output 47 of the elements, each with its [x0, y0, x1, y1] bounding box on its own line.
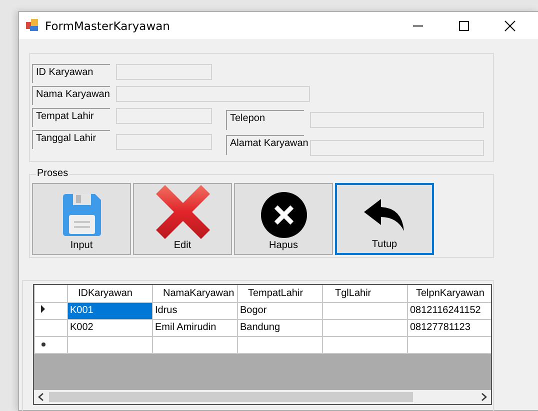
process-button[interactable]: Tutup [335, 183, 434, 255]
field-label: Telepon [226, 110, 304, 130]
scroll-right-icon[interactable] [481, 393, 487, 401]
table-cell[interactable] [238, 336, 322, 353]
text-field[interactable] [116, 86, 310, 102]
field-label: Nama Karyawan [32, 86, 110, 105]
group-title: Proses [36, 168, 70, 179]
window-title: FormMasterKaryawan [45, 18, 170, 32]
close-circle-icon [260, 192, 306, 238]
column-header[interactable]: TglLahir [322, 285, 408, 302]
process-button[interactable]: Input [32, 183, 131, 255]
text-field[interactable] [116, 108, 212, 124]
new-row-icon [41, 342, 46, 347]
table-cell[interactable] [322, 319, 408, 336]
table-cell[interactable]: Bandung [238, 319, 322, 336]
text-field[interactable] [116, 64, 212, 80]
table-cell[interactable]: K002 [68, 319, 152, 336]
form-icon [26, 19, 39, 32]
back-arrow-icon [364, 198, 406, 230]
text-field[interactable] [310, 112, 484, 128]
text-field[interactable] [116, 134, 212, 150]
field-label: Tempat Lahir [32, 108, 110, 127]
current-row-icon [41, 305, 45, 313]
row-header[interactable] [34, 336, 68, 353]
close-icon[interactable] [504, 20, 516, 32]
table-cell[interactable]: Emil Amirudin [152, 319, 238, 336]
table-cell[interactable] [322, 336, 408, 353]
cross-icon [156, 185, 210, 239]
field-label: Tanggal Lahir [32, 130, 110, 149]
table-cell[interactable] [68, 336, 152, 353]
scrollbar-thumb[interactable] [49, 392, 413, 402]
horizontal-scrollbar[interactable] [34, 390, 491, 404]
field-label: ID Karyawan [32, 64, 110, 83]
text-field[interactable] [310, 140, 484, 156]
maximize-icon[interactable] [458, 20, 470, 32]
process-button[interactable]: Edit [133, 183, 232, 255]
column-header[interactable]: IDKaryawan [68, 285, 152, 302]
process-button[interactable]: Hapus [234, 183, 333, 255]
scroll-left-icon[interactable] [38, 393, 44, 401]
table-cell[interactable]: K001 [68, 302, 152, 319]
table-cell[interactable]: Bogor [238, 302, 322, 319]
column-header[interactable]: TempatLahir [238, 285, 322, 302]
table-cell[interactable] [322, 302, 408, 319]
column-header[interactable]: NamaKaryawan [152, 285, 238, 302]
table-cell[interactable]: Idrus [152, 302, 238, 319]
table-cell[interactable] [152, 336, 238, 353]
row-header[interactable] [34, 302, 68, 319]
